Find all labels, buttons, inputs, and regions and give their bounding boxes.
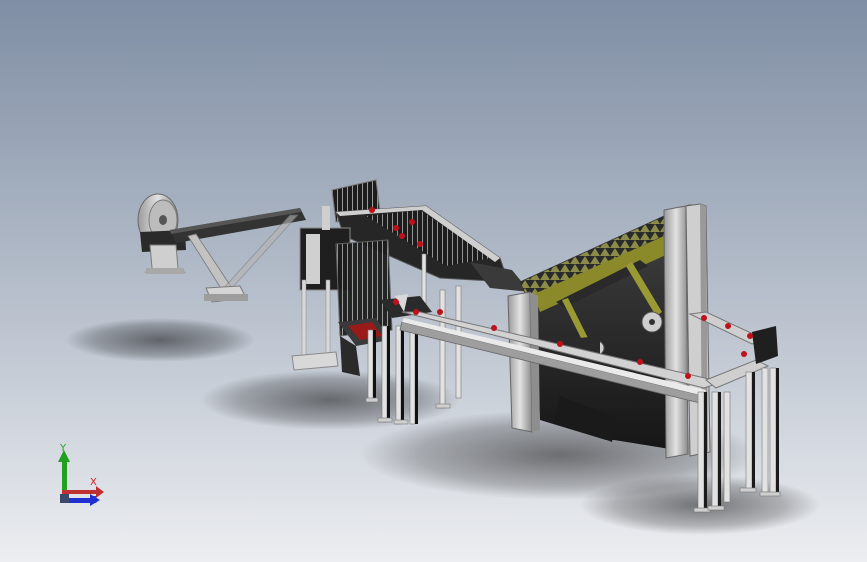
y-axis-label: Y <box>60 443 67 454</box>
coordinate-triad: Y X Z <box>52 440 112 515</box>
model-viewport[interactable]: Y X Z <box>0 0 867 562</box>
x-axis-label: X <box>90 477 97 488</box>
machine-assembly-render[interactable] <box>0 0 867 562</box>
z-axis-label: Z <box>90 495 97 506</box>
